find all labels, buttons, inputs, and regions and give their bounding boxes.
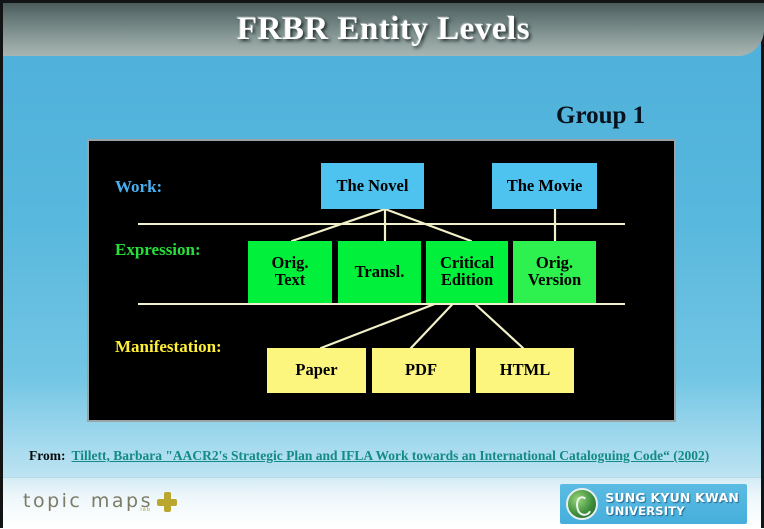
node-the-movie[interactable]: The Movie <box>492 163 597 209</box>
node-transl[interactable]: Transl. <box>338 241 421 303</box>
frbr-diagram-panel: Work: Expression: Manifestation: The Nov… <box>87 139 676 422</box>
row-label-expression: Expression: <box>115 240 201 259</box>
citation: From: Tillett, Barbara "AACR2's Strategi… <box>3 440 761 472</box>
university-name-line2: UNIVERSITY <box>605 503 685 518</box>
node-pdf[interactable]: PDF <box>372 348 470 393</box>
node-paper[interactable]: Paper <box>267 348 366 393</box>
divider-work-expression <box>138 223 625 225</box>
topic-maps-wordmark-text: topic maps <box>23 490 154 512</box>
row-label-manifestation: Manifestation: <box>115 337 222 356</box>
plus-cross-icon <box>157 492 178 512</box>
topic-maps-logo[interactable]: topic maps lab <box>23 490 178 513</box>
university-logo[interactable]: SUNG KYUN KWAN UNIVERSITY <box>560 484 747 524</box>
university-name-line1: SUNG KYUN KWAN <box>605 490 739 506</box>
node-critical-edition[interactable]: Critical Edition <box>426 241 508 303</box>
slide-canvas: FRBR Entity Levels Group 1 Work: Express… <box>0 0 764 529</box>
skku-crest-icon <box>566 488 599 520</box>
slide-title-bar: FRBR Entity Levels <box>3 3 764 56</box>
citation-link[interactable]: Tillett, Barbara "AACR2's Strategic Plan… <box>72 448 710 464</box>
page-title: FRBR Entity Levels <box>236 11 531 47</box>
node-orig-version[interactable]: Orig. Version <box>513 241 596 303</box>
slide-footer: topic maps lab SUNG KYUN KWAN UNIVERSITY <box>3 477 761 529</box>
university-name: SUNG KYUN KWAN UNIVERSITY <box>605 491 739 517</box>
node-html[interactable]: HTML <box>476 348 574 393</box>
group-label: Group 1 <box>556 102 646 129</box>
divider-expression-manifestation <box>138 303 625 305</box>
topic-maps-subtext: lab <box>140 507 152 513</box>
row-label-work: Work: <box>115 177 163 196</box>
node-orig-text[interactable]: Orig. Text <box>248 241 332 303</box>
node-the-novel[interactable]: The Novel <box>321 163 424 209</box>
citation-prefix: From: <box>29 448 66 463</box>
topic-maps-wordmark: topic maps lab <box>23 490 154 513</box>
